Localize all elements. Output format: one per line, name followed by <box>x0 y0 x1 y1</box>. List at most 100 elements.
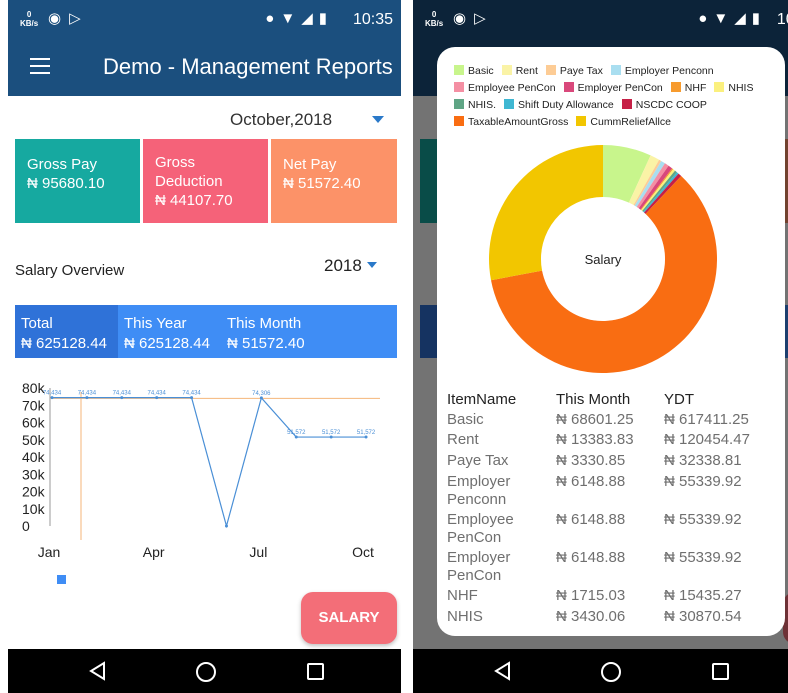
data-label: 74,434 <box>182 391 201 397</box>
this-month-cell: ₦ 3330.85 <box>556 452 626 469</box>
y-tick-label: 50k <box>22 432 46 448</box>
this-month-cell: ₦ 6148.88 <box>556 473 626 490</box>
legend-swatch <box>670 82 681 92</box>
home-icon[interactable] <box>601 662 621 682</box>
legend-item: Employee PenCon <box>454 80 556 97</box>
x-tick-label: Apr <box>143 544 165 560</box>
network-speed-value: 0 <box>431 10 437 19</box>
item-name-cell: Employee PenCon <box>447 511 514 546</box>
year-dropdown-icon[interactable] <box>367 262 377 268</box>
legend-swatch <box>576 116 587 126</box>
pie-legend: Basic Rent Paye Tax Employer Penconn Employe… <box>454 63 774 131</box>
this-month-cell: ₦ 6148.88 <box>556 549 626 566</box>
item-name-cell: Rent <box>447 431 479 448</box>
back-icon[interactable] <box>88 661 108 681</box>
period-dropdown-icon[interactable] <box>372 116 384 123</box>
legend-item: NHIS <box>714 80 753 97</box>
clock: 10:3 <box>776 11 788 28</box>
legend-item: Rent <box>501 63 538 80</box>
net-pay-card: Net Pay ₦ 51572.40 <box>271 139 397 223</box>
this-year-segment[interactable]: This Year ₦ 625128.44 <box>118 305 221 358</box>
item-name-cell: NHF <box>447 587 478 604</box>
android-icon: ◉ <box>48 10 70 27</box>
column-header-this-month: This Month <box>556 391 631 408</box>
y-tick-label: 0 <box>22 518 30 534</box>
signal-icon: ◢ <box>734 10 752 27</box>
data-point <box>224 524 228 528</box>
gross-deduction-value: ₦ 44107.70 <box>155 192 233 209</box>
play-store-icon: ▷ <box>69 10 89 27</box>
gross-pay-value: ₦ 95680.10 <box>27 175 105 192</box>
do-not-disturb-icon: ● <box>265 10 281 27</box>
this-month-cell: ₦ 68601.25 <box>556 411 634 428</box>
donut-center-label: Salary <box>585 252 622 267</box>
this-month-value: ₦ 51572.40 <box>227 335 305 352</box>
year-selector[interactable]: 2018 <box>324 256 362 276</box>
data-label: 74,434 <box>148 391 167 397</box>
legend-label: NHF <box>684 82 707 94</box>
ydt-cell: ₦ 15435.27 <box>664 587 742 604</box>
gross-deduction-label: Gross Deduction <box>155 154 223 190</box>
network-speed-unit: KB/s <box>20 19 39 28</box>
y-tick-label: 20k <box>22 484 46 500</box>
legend-swatch <box>621 99 632 109</box>
home-icon[interactable] <box>196 662 216 682</box>
navigation-bar <box>413 649 788 693</box>
series-line <box>52 396 367 529</box>
x-tick-label: Oct <box>352 544 374 560</box>
salary-button[interactable]: SALARY <box>301 592 397 644</box>
totals-bar: Total ₦ 625128.44 This Year ₦ 625128.44 … <box>15 305 397 358</box>
wifi-icon: ▼ <box>713 10 735 27</box>
legend-item: CummReliefAllce <box>576 114 671 131</box>
net-pay-value: ₦ 51572.40 <box>283 175 361 192</box>
recent-apps-icon[interactable] <box>712 663 729 680</box>
legend-label: NSCDC COOP <box>635 99 707 111</box>
this-month-segment[interactable]: This Month ₦ 51572.40 <box>221 305 397 358</box>
legend-label: Paye Tax <box>559 65 603 77</box>
column-header-ydt: YDT <box>664 391 694 408</box>
legend-swatch <box>714 82 725 92</box>
legend-swatch <box>454 116 464 126</box>
clock: 10:35 <box>352 11 393 28</box>
back-icon[interactable] <box>493 661 513 681</box>
legend-label: NHIS <box>728 82 754 94</box>
legend-swatch <box>610 65 621 75</box>
item-name-cell: NHIS <box>447 608 483 625</box>
this-month-cell: ₦ 3430.06 <box>556 608 626 625</box>
do-not-disturb-icon: ● <box>698 10 714 27</box>
hamburger-menu-icon[interactable] <box>30 58 50 74</box>
y-tick-label: 30k <box>22 466 46 482</box>
phone-screen-right: 0 KB/s ◉▷ ●▼◢▮ 10:3 BasicRentPaye TaxEmp… <box>413 0 788 693</box>
data-label: 51,572 <box>287 430 306 436</box>
legend-item: TaxableAmountGross <box>454 114 568 131</box>
android-icon: ◉ <box>453 10 475 27</box>
battery-icon: ▮ <box>318 10 333 27</box>
salary-breakdown-dialog: Basic Rent Paye Tax Employer PenconnEmploye… <box>437 47 785 636</box>
wifi-icon: ▼ <box>280 10 302 27</box>
total-value: ₦ 625128.44 <box>21 335 107 352</box>
salary-donut-chart: Salary <box>489 145 717 373</box>
recent-apps-icon[interactable] <box>307 663 324 680</box>
legend-swatch <box>454 99 464 109</box>
y-tick-label: 70k <box>22 397 46 413</box>
gross-deduction-card: Gross Deduction ₦ 44107.70 <box>143 139 268 223</box>
total-segment[interactable]: Total ₦ 625128.44 <box>15 305 118 358</box>
app-bar: Demo - Management Reports <box>8 40 401 96</box>
this-month-cell: ₦ 6148.88 <box>556 511 626 528</box>
total-label: Total <box>21 315 53 332</box>
legend-swatch <box>454 65 464 75</box>
this-month-cell: ₦ 1715.03 <box>556 587 626 604</box>
legend-item: Paye Tax <box>545 63 603 80</box>
legend-swatch <box>454 82 464 92</box>
period-selector[interactable]: October,2018 <box>230 110 332 130</box>
item-name-cell: Paye Tax <box>447 452 509 469</box>
ydt-cell: ₦ 30870.54 <box>664 608 742 625</box>
x-tick-label: Jul <box>249 544 267 560</box>
legend-swatch <box>57 575 66 584</box>
legend-label: TaxableAmountGross <box>468 116 569 128</box>
notification-icons: ◉▷ <box>48 9 89 27</box>
notification-icons: ◉▷ <box>453 9 494 27</box>
play-store-icon: ▷ <box>474 10 494 27</box>
y-tick-label: 60k <box>22 415 46 431</box>
y-tick-label: 40k <box>22 449 46 465</box>
